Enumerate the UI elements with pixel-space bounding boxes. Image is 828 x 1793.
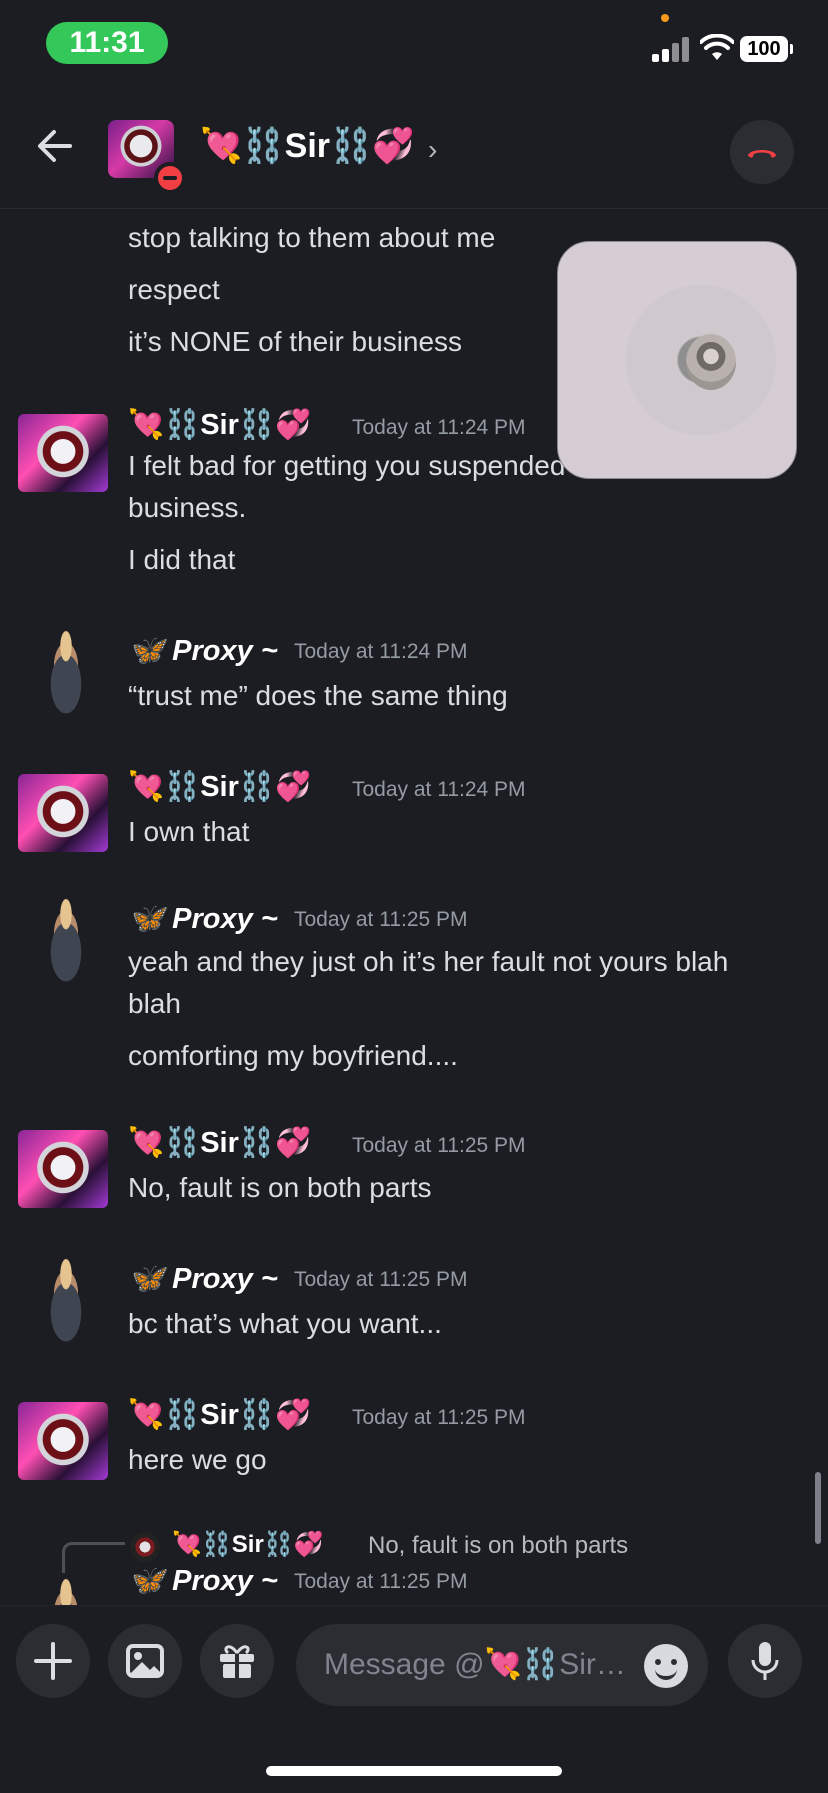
user-avatar-proxy[interactable]	[38, 630, 94, 720]
plus-icon	[34, 1642, 72, 1680]
message-line: stop talking to them about me	[128, 222, 496, 253]
emoji-icon[interactable]	[644, 1644, 688, 1688]
message-line: business.	[128, 492, 247, 523]
home-indicator	[266, 1766, 562, 1776]
message-line: here we go	[128, 1444, 267, 1475]
do-not-disturb-status-icon	[154, 162, 186, 194]
microphone-icon	[751, 1642, 779, 1680]
message-author[interactable]: 💘⛓️Sir⛓️💞	[128, 1126, 311, 1160]
message-timestamp: Today at 11:24 PM	[352, 416, 526, 439]
message-timestamp: Today at 11:25 PM	[294, 1570, 468, 1593]
message-line: comforting my boyfriend....	[128, 1040, 458, 1071]
message-author[interactable]: 🦋 Proxy ~	[128, 634, 278, 668]
header-username[interactable]: 💘⛓️Sir⛓️💞	[200, 126, 415, 166]
message-timestamp: Today at 11:24 PM	[352, 778, 526, 801]
chat-header: 💘⛓️Sir⛓️💞 ›	[0, 90, 828, 209]
message-line: I own that	[128, 816, 250, 847]
message-author[interactable]: 💘⛓️Sir⛓️💞	[128, 770, 311, 804]
message-timestamp: Today at 11:25 PM	[352, 1134, 526, 1157]
message-line: respect	[128, 274, 220, 305]
media-button[interactable]	[108, 1624, 182, 1698]
video-feed	[686, 334, 736, 390]
video-call-pip[interactable]	[557, 241, 797, 479]
battery-indicator: 100	[740, 36, 788, 62]
message-author[interactable]: 💘⛓️Sir⛓️💞	[128, 408, 311, 442]
message-line: blah	[128, 988, 181, 1019]
back-arrow-icon[interactable]	[30, 120, 82, 172]
message-timestamp: Today at 11:25 PM	[352, 1406, 526, 1429]
message-line: I did that	[128, 544, 236, 575]
reply-avatar	[130, 1532, 160, 1562]
message-line: I felt bad for getting you suspended	[128, 450, 566, 481]
message-timestamp: Today at 11:24 PM	[294, 640, 468, 663]
user-avatar-sir[interactable]	[18, 414, 108, 492]
message-line: bc that’s what you want...	[128, 1308, 442, 1339]
image-icon	[126, 1644, 164, 1678]
user-avatar-proxy[interactable]	[38, 898, 94, 988]
user-avatar-proxy[interactable]	[38, 1258, 94, 1348]
mic-indicator-dot	[661, 14, 669, 22]
message-timestamp: Today at 11:25 PM	[294, 1268, 468, 1291]
user-avatar-sir[interactable]	[18, 1402, 108, 1480]
message-author[interactable]: 💘⛓️Sir⛓️💞	[128, 1398, 311, 1432]
user-avatar-proxy[interactable]	[38, 1578, 94, 1608]
add-attachment-button[interactable]	[16, 1624, 90, 1698]
message-author[interactable]: 🦋 Proxy ~	[128, 902, 278, 936]
message-author[interactable]: 🦋 Proxy ~	[128, 1564, 278, 1598]
chevron-right-icon[interactable]: ›	[428, 134, 437, 166]
message-timestamp: Today at 11:25 PM	[294, 908, 468, 931]
reply-author[interactable]: 💘⛓️Sir⛓️💞	[172, 1530, 324, 1559]
reply-connector	[62, 1542, 125, 1573]
user-avatar-sir[interactable]	[18, 1130, 108, 1208]
message-author[interactable]: 🦋 Proxy ~	[128, 1262, 278, 1296]
message-line: “trust me” does the same thing	[128, 680, 508, 711]
message-line: it’s NONE of their business	[128, 326, 463, 357]
battery-tip	[790, 44, 793, 54]
status-bar: 11:31 100	[0, 0, 828, 90]
user-avatar-sir[interactable]	[18, 774, 108, 852]
cellular-signal-icon	[652, 36, 690, 62]
gift-icon	[220, 1645, 254, 1678]
end-call-button[interactable]	[730, 120, 794, 184]
reply-preview[interactable]: No, fault is on both parts	[368, 1532, 628, 1560]
message-line: No, fault is on both parts	[128, 1172, 432, 1203]
voice-message-button[interactable]	[728, 1624, 802, 1698]
status-time: 11:31	[46, 22, 168, 64]
message-line: yeah and they just oh it’s her fault not…	[128, 946, 729, 977]
wifi-icon	[700, 34, 734, 60]
scrollbar[interactable]	[815, 1472, 821, 1544]
gift-button[interactable]	[200, 1624, 274, 1698]
end-call-icon	[748, 150, 776, 158]
